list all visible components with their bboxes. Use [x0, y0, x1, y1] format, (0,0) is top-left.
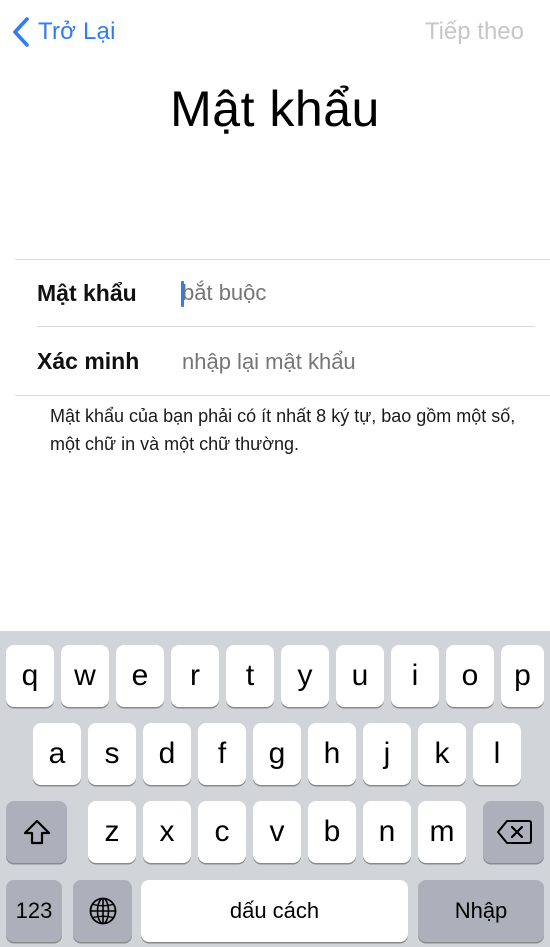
next-button[interactable]: Tiếp theo [425, 14, 524, 50]
password-row: Mật khẩu [37, 260, 535, 327]
password-input[interactable] [182, 273, 535, 313]
globe-icon [89, 897, 116, 925]
key-n[interactable]: n [363, 801, 411, 863]
screen: Trở Lại Tiếp theo Mật khẩu Mật khẩu Xác … [0, 0, 550, 947]
key-a[interactable]: a [33, 723, 81, 785]
shift-key[interactable] [6, 801, 67, 863]
key-r[interactable]: r [171, 645, 219, 707]
key-m[interactable]: m [418, 801, 466, 863]
key-g[interactable]: g [253, 723, 301, 785]
delete-key[interactable] [483, 801, 544, 863]
page-title: Mật khẩu [170, 81, 380, 137]
key-w[interactable]: w [61, 645, 109, 707]
key-h[interactable]: h [308, 723, 356, 785]
password-label: Mật khẩu [37, 279, 137, 306]
key-u[interactable]: u [336, 645, 384, 707]
shift-arrow-icon [23, 819, 50, 845]
backspace-icon [496, 820, 532, 844]
back-button-label: Trở Lại [38, 18, 116, 45]
key-v[interactable]: v [253, 801, 301, 863]
password-hint: Mật khẩu của bạn phải có ít nhất 8 ký tự… [50, 406, 516, 454]
key-x[interactable]: x [143, 801, 191, 863]
key-c[interactable]: c [198, 801, 246, 863]
return-key[interactable]: Nhập [418, 880, 544, 942]
key-s[interactable]: s [88, 723, 136, 785]
numbers-key[interactable]: 123 [6, 880, 62, 942]
key-p[interactable]: p [501, 645, 544, 707]
key-j[interactable]: j [363, 723, 411, 785]
verify-label: Xác minh [37, 348, 140, 374]
key-q[interactable]: q [6, 645, 54, 707]
key-y[interactable]: y [281, 645, 329, 707]
verify-input[interactable] [182, 341, 535, 382]
space-key[interactable]: dấu cách [141, 880, 408, 942]
key-t[interactable]: t [226, 645, 274, 707]
key-e[interactable]: e [116, 645, 164, 707]
key-d[interactable]: d [143, 723, 191, 785]
key-o[interactable]: o [446, 645, 494, 707]
key-k[interactable]: k [418, 723, 466, 785]
keyboard: q w e r t y u i o p a s d f g h j k l z … [0, 631, 550, 947]
back-button[interactable]: Trở Lại [10, 14, 116, 50]
globe-key[interactable] [73, 880, 132, 942]
key-b[interactable]: b [308, 801, 356, 863]
text-cursor [181, 281, 184, 307]
key-l[interactable]: l [473, 723, 521, 785]
key-z[interactable]: z [88, 801, 136, 863]
password-form: Mật khẩu Xác minh [15, 259, 550, 396]
key-i[interactable]: i [391, 645, 439, 707]
verify-row: Xác minh [37, 328, 535, 395]
key-f[interactable]: f [198, 723, 246, 785]
chevron-left-icon [13, 17, 29, 47]
